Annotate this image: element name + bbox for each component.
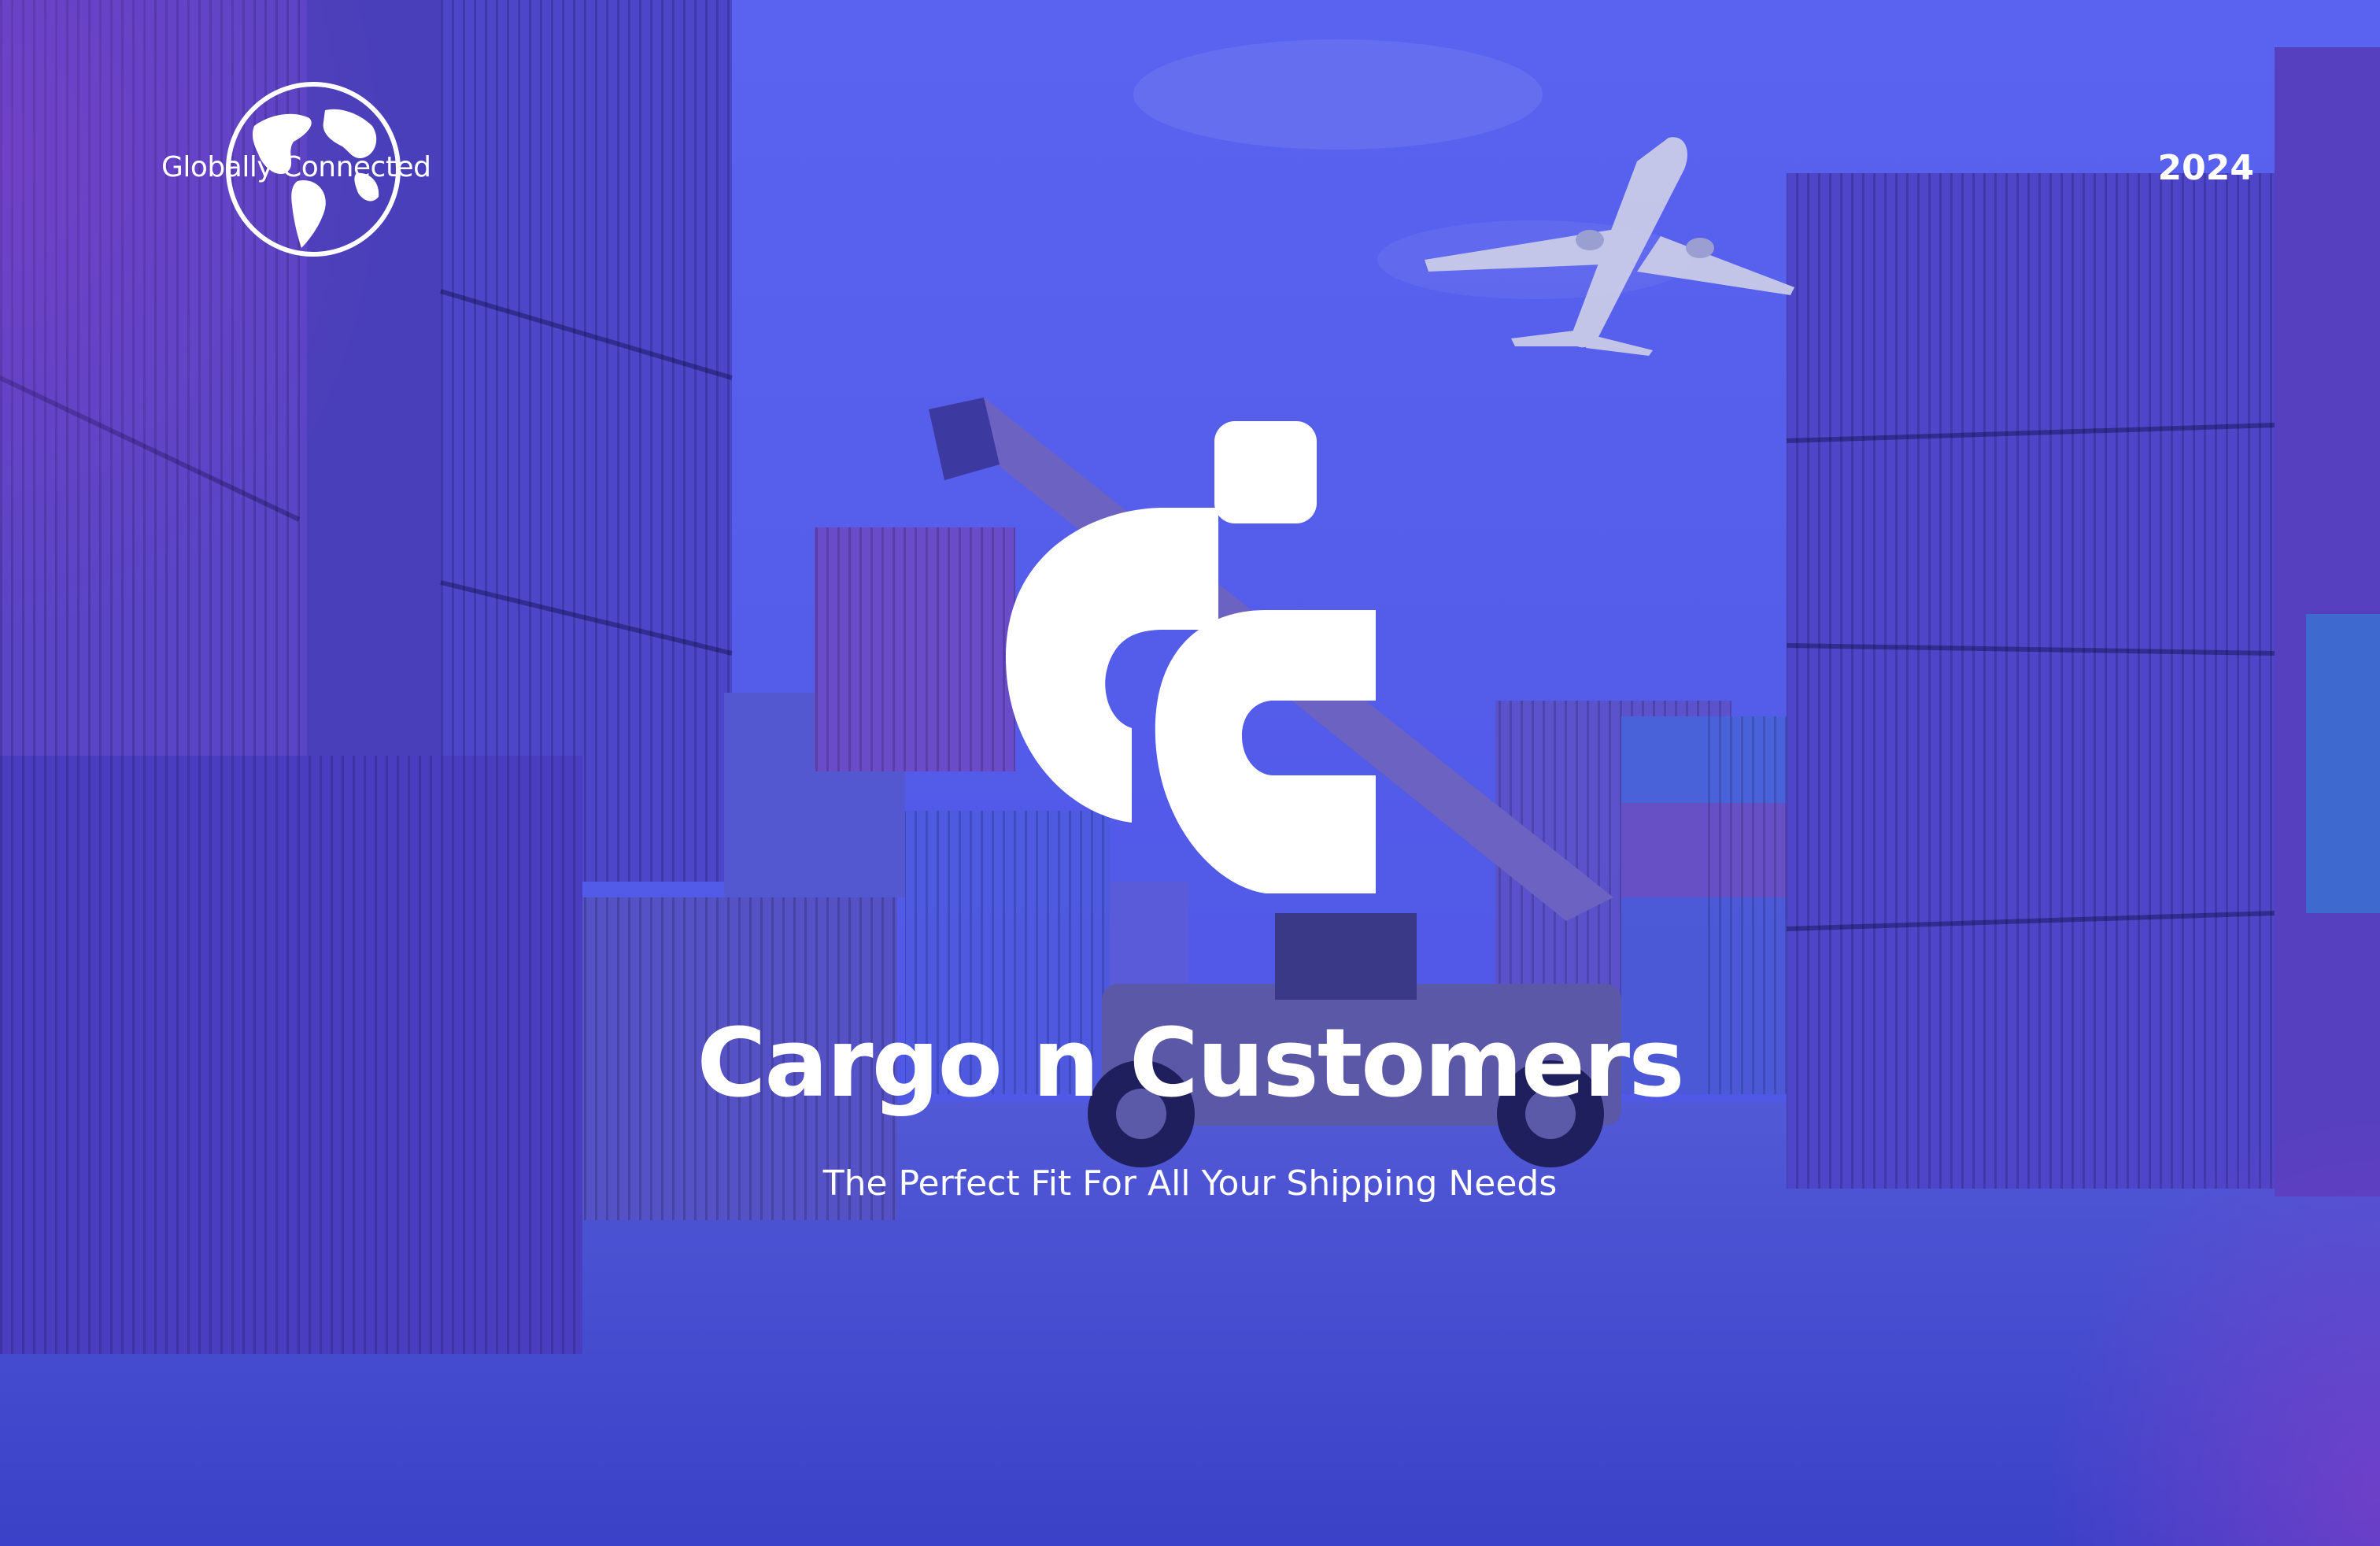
brand-title: Cargo n Customers [697,1009,1684,1119]
cc-logo-icon [1006,421,1376,893]
globally-connected-badge: Globally Connected [161,79,618,268]
year-label: 2024 [2157,148,2254,188]
globally-connected-label: Globally Connected [161,151,431,183]
hero-page: Globally Connected 2024 Cargo n Customer… [0,0,2380,1546]
brand-tagline: The Perfect Fit For All Your Shipping Ne… [822,1163,1558,1204]
